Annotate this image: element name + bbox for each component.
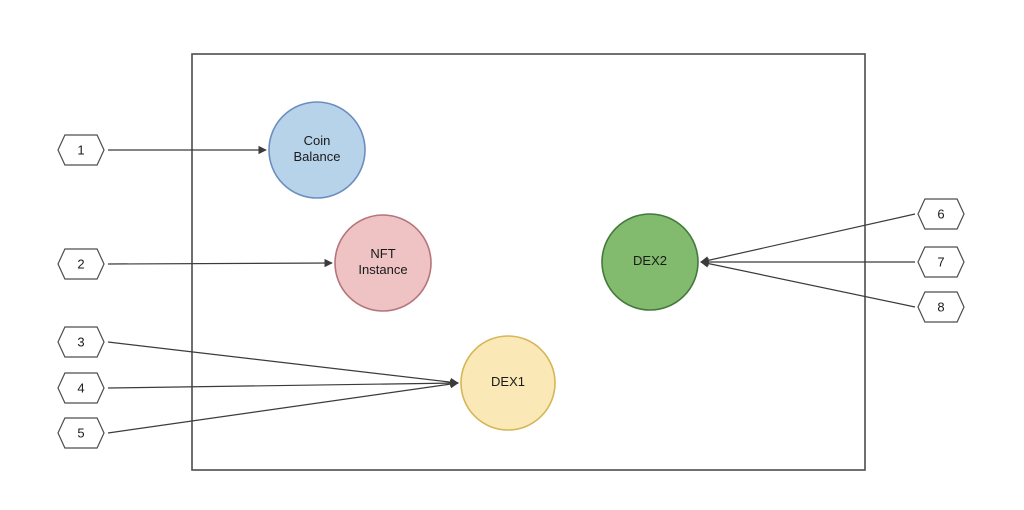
callout-5[interactable]: 5 — [57, 417, 105, 449]
diagram-canvas: Coin Balance NFT Instance DEX1 DEX2 1 2 3 4 5 6 7 8 — [57, 53, 965, 471]
node-dex1[interactable]: DEX1 — [460, 335, 556, 431]
callout-3-shape[interactable] — [57, 326, 105, 358]
callout-3[interactable]: 3 — [57, 326, 105, 358]
callout-2[interactable]: 2 — [57, 248, 105, 280]
callout-7-shape[interactable] — [917, 246, 965, 278]
callout-1[interactable]: 1 — [57, 134, 105, 166]
edge-5-dex1 — [107, 379, 459, 434]
callout-5-shape[interactable] — [57, 417, 105, 449]
node-dex2[interactable]: DEX2 — [601, 213, 699, 311]
callout-6-shape[interactable] — [917, 198, 965, 230]
node-circle-dex1[interactable] — [460, 335, 556, 431]
node-circle-coin-balance[interactable] — [268, 101, 366, 199]
callout-7[interactable]: 7 — [917, 246, 965, 278]
node-circle-nft-instance[interactable] — [334, 214, 432, 312]
node-coin-balance[interactable]: Coin Balance — [268, 101, 366, 199]
callout-8-shape[interactable] — [917, 291, 965, 323]
callout-2-shape[interactable] — [57, 248, 105, 280]
edge-8-dex2 — [700, 259, 916, 308]
callout-4-shape[interactable] — [57, 372, 105, 404]
callout-8[interactable]: 8 — [917, 291, 965, 323]
node-circle-dex2[interactable] — [601, 213, 699, 311]
edge-3-dex1 — [107, 341, 459, 387]
edge-2-nft-instance — [107, 258, 333, 268]
callout-6[interactable]: 6 — [917, 198, 965, 230]
edge-4-dex1 — [107, 378, 459, 389]
nodes-group: Coin Balance NFT Instance DEX1 DEX2 — [268, 101, 699, 431]
node-nft-instance[interactable]: NFT Instance — [334, 214, 432, 312]
callout-4[interactable]: 4 — [57, 372, 105, 404]
callout-1-shape[interactable] — [57, 134, 105, 166]
edge-6-dex2 — [700, 213, 916, 265]
